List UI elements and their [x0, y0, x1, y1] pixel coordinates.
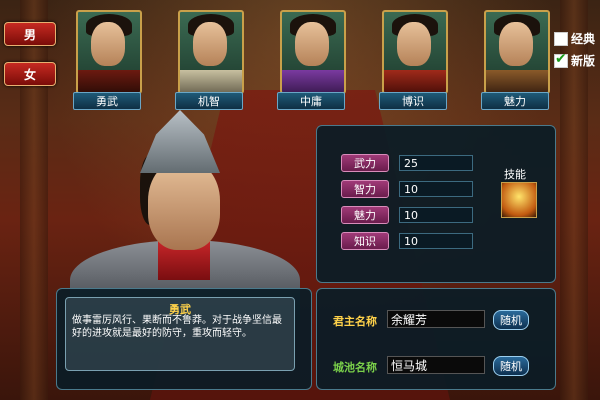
helmet: [140, 110, 220, 173]
portrait-label-brave[interactable]: 勇武: [73, 92, 141, 110]
portrait-label-clever[interactable]: 机智: [175, 92, 243, 110]
portrait-charisma[interactable]: [484, 10, 550, 94]
stat-value-force: 25: [399, 155, 473, 171]
portrait-label-learned[interactable]: 博识: [379, 92, 447, 110]
stat-row: 智力 10: [341, 180, 473, 198]
portrait-brave[interactable]: [76, 10, 142, 94]
robe: [78, 70, 140, 92]
portrait-moderate[interactable]: [280, 10, 346, 94]
portrait-learned[interactable]: [382, 10, 448, 94]
pillar: [20, 0, 48, 400]
city-name-input[interactable]: 恒马城: [387, 356, 485, 374]
description-panel: 勇武 做事雷厉风行、果断而不鲁莽。对于战争坚信最好的进攻就是最好的防守，重攻而轻…: [56, 288, 312, 390]
portrait-clever[interactable]: [178, 10, 244, 94]
lord-name-label: 君主名称: [333, 315, 377, 328]
stats-panel: 武力 25 智力 10 魅力 10 知识 10 技能: [316, 125, 556, 283]
stat-value-charisma: 10: [399, 207, 473, 223]
robe: [486, 70, 548, 92]
lord-random-button[interactable]: 随机: [493, 310, 529, 330]
stat-row: 魅力 10: [341, 206, 473, 224]
hero-face: [148, 160, 220, 250]
face: [91, 22, 125, 66]
description-text: 做事雷厉风行、果断而不鲁莽。对于战争坚信最好的进攻就是最好的防守，重攻而轻守。: [72, 315, 282, 339]
classic-option[interactable]: 经典: [554, 30, 595, 47]
classic-checkbox[interactable]: [554, 31, 568, 46]
face: [499, 22, 533, 66]
skill-label: 技能: [504, 168, 526, 181]
stat-label-intellect: 智力: [341, 180, 389, 198]
name-panel: 君主名称 余耀芳 随机 城池名称 恒马城 随机: [316, 288, 556, 390]
lord-name-input[interactable]: 余耀芳: [387, 310, 485, 328]
stat-label-charisma: 魅力: [341, 206, 389, 224]
portrait-label-moderate[interactable]: 中庸: [277, 92, 345, 110]
face: [295, 22, 329, 66]
skill-icon[interactable]: [501, 182, 537, 218]
city-random-button[interactable]: 随机: [493, 356, 529, 376]
portrait-label-charisma[interactable]: 魅力: [481, 92, 549, 110]
hero-portrait: [70, 110, 300, 320]
face: [193, 22, 227, 66]
stat-label-force: 武力: [341, 154, 389, 172]
stat-row: 武力 25: [341, 154, 473, 172]
stat-label-knowledge: 知识: [341, 232, 389, 250]
male-button[interactable]: 男: [4, 22, 56, 46]
face: [397, 22, 431, 66]
classic-label: 经典: [571, 32, 596, 46]
new-option[interactable]: 新版: [554, 51, 596, 69]
stat-value-intellect: 10: [399, 181, 473, 197]
new-label: 新版: [571, 54, 596, 68]
new-checkbox[interactable]: [554, 51, 568, 68]
description-box: 勇武 做事雷厉风行、果断而不鲁莽。对于战争坚信最好的进攻就是最好的防守，重攻而轻…: [65, 297, 295, 371]
robe: [282, 70, 344, 92]
female-button[interactable]: 女: [4, 62, 56, 86]
robe: [384, 70, 446, 92]
stat-row: 知识 10: [341, 232, 473, 250]
city-name-label: 城池名称: [333, 361, 377, 374]
robe: [180, 70, 242, 92]
stat-value-knowledge: 10: [399, 233, 473, 249]
